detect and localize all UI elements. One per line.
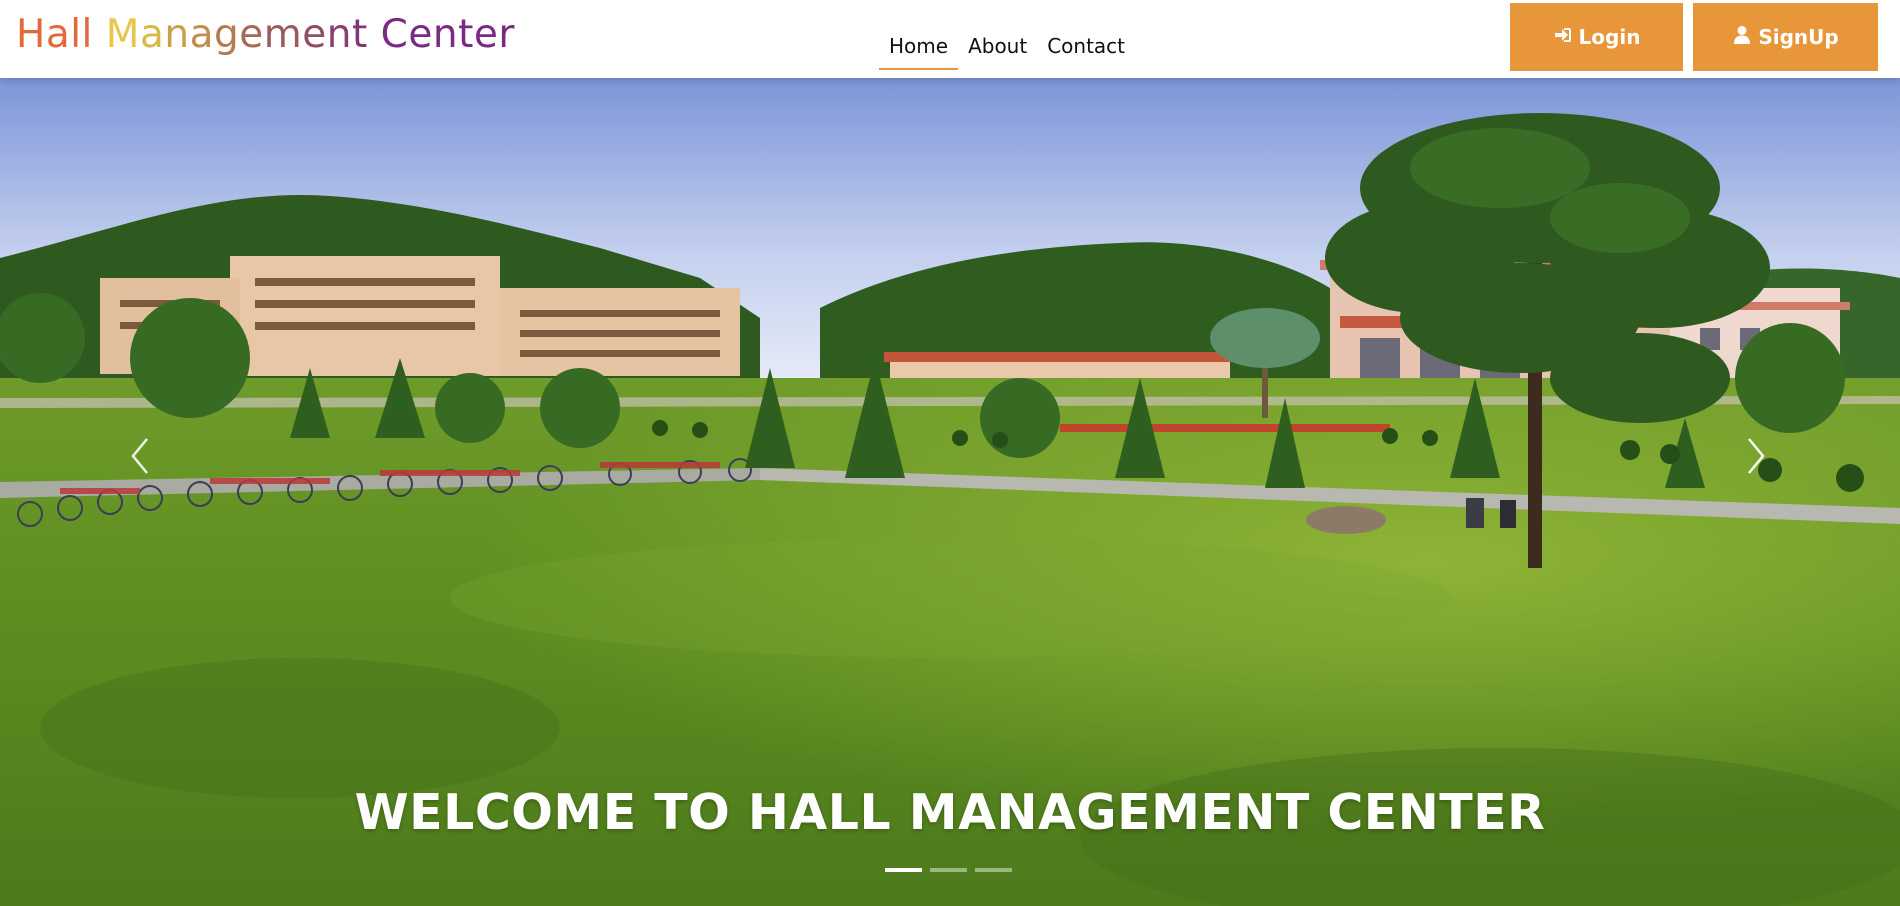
brand-text-part: g <box>213 12 240 57</box>
chevron-right-icon <box>1745 436 1767 480</box>
hero-carousel: WELCOME TO HALL MANAGEMENT CENTER <box>0 78 1900 906</box>
brand-text-part: M <box>105 12 140 57</box>
carousel-indicators <box>885 868 1012 872</box>
sign-in-icon <box>1553 25 1573 50</box>
signup-button[interactable]: SignUp <box>1693 3 1878 71</box>
top-navbar: Hall Management Center Home About Contac… <box>0 0 1900 78</box>
brand-text-part: a <box>139 12 165 57</box>
login-button[interactable]: Login <box>1510 3 1683 71</box>
signup-button-label: SignUp <box>1758 25 1839 49</box>
brand-text-part: e <box>302 12 327 57</box>
main-nav: Home About Contact <box>879 0 1135 78</box>
brand-text-part: m <box>263 12 303 57</box>
nav-about-link[interactable]: About <box>958 8 1037 70</box>
nav-contact-link[interactable]: Contact <box>1037 8 1135 70</box>
chevron-left-icon <box>129 436 151 480</box>
brand-text-part: Center <box>380 12 515 57</box>
brand-text-part: Hall <box>16 12 106 57</box>
brand-text-part: n <box>164 12 190 57</box>
carousel-next-button[interactable] <box>1726 428 1786 488</box>
login-button-label: Login <box>1578 25 1641 49</box>
carousel-indicator-1[interactable] <box>885 868 922 872</box>
site-brand[interactable]: Hall Management Center <box>16 10 515 60</box>
campus-photo <box>0 78 1900 906</box>
nav-home-link[interactable]: Home <box>879 8 959 70</box>
carousel-caption: WELCOME TO HALL MANAGEMENT CENTER <box>354 784 1546 841</box>
carousel-indicator-3[interactable] <box>975 868 1012 872</box>
brand-text-part: a <box>189 12 214 57</box>
user-icon <box>1732 25 1752 50</box>
brand-text-part: t <box>351 12 381 57</box>
carousel-indicator-2[interactable] <box>930 868 967 872</box>
brand-text-part: e <box>239 12 264 57</box>
brand-text-part: n <box>326 12 352 57</box>
carousel-prev-button[interactable] <box>110 428 170 488</box>
